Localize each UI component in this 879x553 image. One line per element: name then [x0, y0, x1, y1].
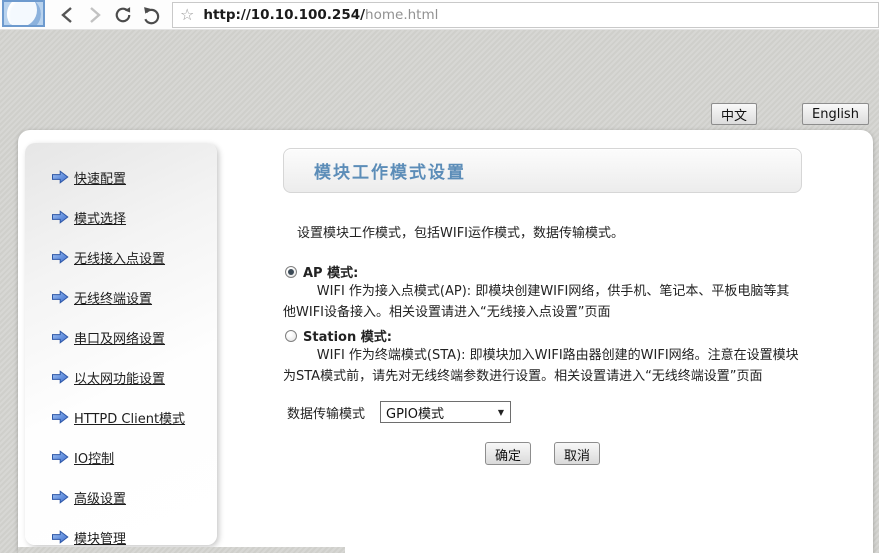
- form-buttons: 确定 取消: [283, 442, 802, 465]
- browser-toolbar: ☆ http://10.10.100.254/ home.html: [0, 0, 879, 30]
- arrow-right-icon: [51, 210, 69, 224]
- page-title: 模块工作模式设置: [284, 158, 466, 183]
- mode-radio[interactable]: [285, 266, 297, 278]
- sidebar-link[interactable]: 模式选择: [74, 208, 126, 227]
- arrow-right-icon: [51, 290, 69, 304]
- mode-label: Station 模式:: [303, 326, 392, 345]
- sidebar-link[interactable]: 高级设置: [74, 488, 126, 507]
- mode-description: WIFI 作为接入点模式(AP): 即模块创建WIFI网络，供手机、笔记本、平板…: [283, 282, 802, 323]
- sidebar-item[interactable]: 串口及网络设置: [25, 317, 217, 357]
- arrow-right-icon: [51, 250, 69, 264]
- sidebar-item[interactable]: HTTPD Client模式: [25, 397, 217, 437]
- arrow-right-icon: [51, 530, 69, 544]
- sidebar-item[interactable]: 无线接入点设置: [25, 237, 217, 277]
- undo-button[interactable]: [139, 2, 165, 28]
- forward-icon: [88, 6, 102, 24]
- intro-text: 设置模块工作模式，包括WIFI运作模式，数据传输模式。: [297, 222, 802, 241]
- main-content: 模块工作模式设置 设置模块工作模式，包括WIFI运作模式，数据传输模式。 AP …: [283, 148, 802, 465]
- browser-logo-icon: [7, 0, 41, 27]
- ok-button[interactable]: 确定: [485, 442, 531, 465]
- sidebar-link[interactable]: 串口及网络设置: [74, 328, 165, 347]
- sidebar-link[interactable]: IO控制: [74, 448, 114, 467]
- sidebar-item[interactable]: 模式选择: [25, 197, 217, 237]
- refresh-icon: [113, 5, 133, 25]
- browser-tab[interactable]: [2, 0, 45, 27]
- transmission-mode-row: 数据传输模式 GPIO模式 ▼: [287, 401, 802, 423]
- arrow-right-icon: [51, 450, 69, 464]
- sidebar-item[interactable]: IO控制: [25, 437, 217, 477]
- sidebar-link[interactable]: 无线终端设置: [74, 288, 152, 307]
- transmission-mode-label: 数据传输模式: [287, 403, 365, 422]
- refresh-button[interactable]: [110, 2, 136, 28]
- sidebar-link[interactable]: 无线接入点设置: [74, 248, 165, 267]
- transmission-mode-select[interactable]: GPIO模式 ▼: [380, 401, 511, 423]
- mode-options: AP 模式: WIFI 作为接入点模式(AP): 即模块创建WIFI网络，供手机…: [283, 262, 802, 387]
- page-title-box: 模块工作模式设置: [283, 148, 802, 193]
- sidebar-item[interactable]: 无线终端设置: [25, 277, 217, 317]
- forward-button[interactable]: [82, 2, 108, 28]
- back-button[interactable]: [54, 2, 80, 28]
- arrow-right-icon: [51, 410, 69, 424]
- undo-icon: [142, 5, 162, 25]
- lang-english-button[interactable]: English: [802, 103, 869, 125]
- sidebar-link[interactable]: 模块管理: [74, 528, 126, 547]
- arrow-right-icon: [51, 370, 69, 384]
- select-value: GPIO模式: [386, 403, 444, 422]
- sidebar-link[interactable]: HTTPD Client模式: [74, 408, 185, 427]
- mode-description: WIFI 作为终端模式(STA): 即模块加入WIFI路由器创建的WIFI网络。…: [283, 346, 802, 387]
- sidebar-item[interactable]: 以太网功能设置: [25, 357, 217, 397]
- arrow-right-icon: [51, 330, 69, 344]
- sidebar-item[interactable]: 高级设置: [25, 477, 217, 517]
- screen: ☆ http://10.10.100.254/ home.html 中文 Eng…: [0, 0, 879, 553]
- mode-radio[interactable]: [285, 330, 297, 342]
- url-host-text: http://10.10.100.254/: [203, 7, 365, 23]
- lang-chinese-button[interactable]: 中文: [711, 103, 757, 125]
- sidebar-nav: 快速配置 模式选择 无线接入点设置: [25, 143, 217, 545]
- mode-label: AP 模式:: [303, 262, 358, 281]
- arrow-right-icon: [51, 490, 69, 504]
- address-bar[interactable]: ☆ http://10.10.100.254/ home.html: [172, 2, 879, 28]
- dropdown-caret-icon: ▼: [498, 408, 504, 417]
- mode-option: Station 模式: WIFI 作为终端模式(STA): 即模块加入WIFI路…: [283, 326, 802, 387]
- mode-option: AP 模式: WIFI 作为接入点模式(AP): 即模块创建WIFI网络，供手机…: [283, 262, 802, 323]
- cancel-button[interactable]: 取消: [554, 442, 600, 465]
- page-background: 中文 English 快速配置: [0, 30, 879, 553]
- url-page-text: home.html: [365, 7, 438, 23]
- background-strip: [18, 547, 345, 553]
- sidebar-item[interactable]: 快速配置: [25, 157, 217, 197]
- sidebar-link[interactable]: 快速配置: [74, 168, 126, 187]
- content-panel: 快速配置 模式选择 无线接入点设置: [18, 130, 873, 553]
- arrow-right-icon: [51, 170, 69, 184]
- sidebar-link[interactable]: 以太网功能设置: [74, 368, 165, 387]
- back-icon: [60, 6, 74, 24]
- bookmark-star-icon[interactable]: ☆: [180, 7, 194, 23]
